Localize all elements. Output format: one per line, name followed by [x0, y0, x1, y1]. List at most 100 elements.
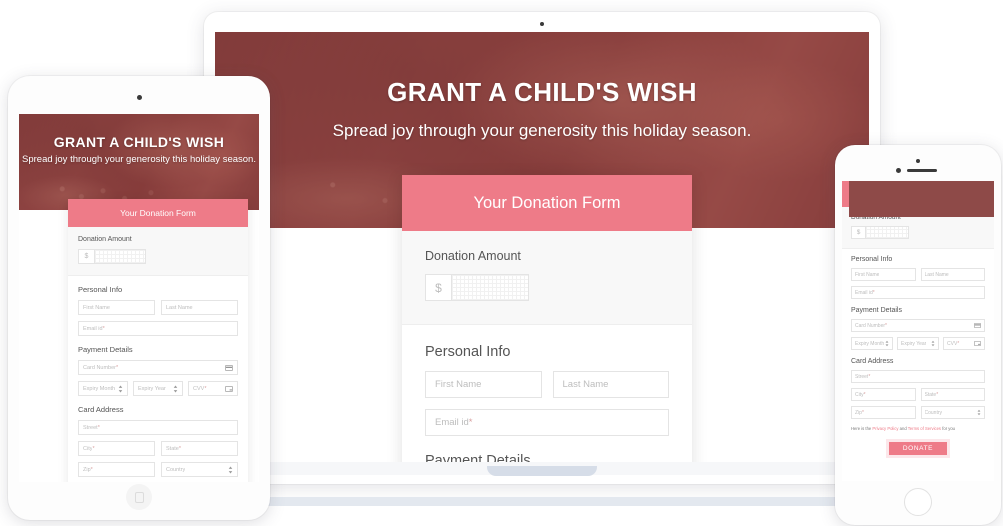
expiry-year-placeholder: Expiry Year: [901, 340, 927, 347]
terms-of-services-link[interactable]: Terms of Services: [908, 426, 941, 431]
required-marker: *: [178, 445, 181, 452]
last-name-placeholder: Last Name: [166, 304, 193, 311]
amount-value-area[interactable]: [452, 275, 528, 300]
hero-text-block: GRANT A CHILD'S WISH Spread joy through …: [19, 114, 259, 165]
expiry-cvv-row: Expiry Month Expiry Year CVV *: [78, 381, 238, 396]
page-title: GRANT A CHILD'S WISH: [53, 134, 225, 150]
laptop-screen: GRANT A CHILD'S WISH Spread joy through …: [215, 32, 869, 470]
last-name-placeholder: Last Name: [924, 271, 949, 278]
stepper-arrows-icon[interactable]: [173, 385, 178, 393]
form-header: Your Donation Form: [68, 199, 248, 227]
home-square-icon: [134, 491, 144, 503]
expiry-year-placeholder: Expiry Year: [138, 385, 166, 392]
donation-amount-input[interactable]: $: [851, 226, 909, 239]
donation-form-card-laptop: Your Donation Form Donation Amount $ Per…: [402, 175, 692, 470]
phone-mockup: Your Donation Form Donation Amount $ Per…: [835, 145, 1001, 525]
zip-input[interactable]: Zip *: [78, 462, 155, 477]
legal-conjunction: and: [899, 426, 907, 431]
expiry-year-select[interactable]: Expiry Year: [897, 337, 939, 350]
street-input[interactable]: Street *: [78, 420, 238, 435]
expiry-month-select[interactable]: Expiry Month: [851, 337, 893, 350]
cvv-input[interactable]: CVV *: [943, 337, 985, 350]
legal-notice: Here is the Privacy Policy and Terms of …: [851, 426, 985, 431]
state-input[interactable]: State *: [161, 441, 238, 456]
donation-form-card-tablet: Your Donation Form Donation Amount $ Per…: [68, 199, 248, 482]
page-title: GRANT A CHILD'S WISH: [387, 77, 697, 107]
city-input[interactable]: City *: [78, 441, 155, 456]
last-name-input[interactable]: Last Name: [552, 371, 669, 398]
first-name-input[interactable]: First Name: [78, 300, 155, 315]
cvv-input[interactable]: CVV *: [188, 381, 238, 396]
donation-amount-input[interactable]: $: [425, 274, 529, 301]
stepper-arrows-icon[interactable]: [228, 466, 233, 474]
amount-value-area[interactable]: [95, 250, 145, 263]
stepper-arrows-icon[interactable]: [118, 385, 123, 393]
required-marker: *: [102, 325, 105, 332]
section-title-personal: Personal Info: [78, 285, 123, 294]
last-name-input[interactable]: Last Name: [161, 300, 238, 315]
zip-placeholder: Zip: [83, 466, 91, 473]
first-name-input[interactable]: First Name: [851, 268, 916, 281]
required-marker: *: [468, 417, 473, 428]
card-number-input[interactable]: Card Number *: [851, 319, 985, 332]
state-input[interactable]: State *: [920, 388, 985, 401]
required-marker: *: [936, 391, 939, 398]
zip-country-row: Zip * Country: [78, 462, 238, 477]
privacy-policy-link[interactable]: Privacy Policy: [872, 426, 898, 431]
cvv-card-icon: [974, 341, 981, 346]
expiry-year-select[interactable]: Expiry Year: [133, 381, 183, 396]
stepper-arrows-icon[interactable]: [977, 409, 981, 416]
laptop-base: [185, 497, 899, 506]
form-header: Your Donation Form: [402, 175, 692, 231]
section-title-amount: Donation Amount: [78, 236, 132, 243]
stepper-arrows-icon[interactable]: [885, 340, 889, 347]
donation-amount-section: Donation Amount $: [68, 227, 248, 276]
email-input[interactable]: Email id *: [851, 286, 985, 299]
email-input[interactable]: Email id *: [78, 321, 238, 336]
required-marker: *: [885, 322, 887, 329]
cvv-placeholder: CVV: [947, 340, 958, 347]
section-title-address: Card Address: [851, 358, 894, 365]
city-input[interactable]: City *: [851, 388, 916, 401]
required-marker: *: [204, 385, 207, 392]
legal-prefix: Here is the: [851, 426, 872, 431]
expiry-month-select[interactable]: Expiry Month: [78, 381, 128, 396]
form-body: Personal Info First Name Last Name Email…: [68, 276, 248, 482]
street-input[interactable]: Street *: [851, 370, 985, 383]
cvv-placeholder: CVV: [193, 385, 205, 392]
laptop-lid: GRANT A CHILD'S WISH Spread joy through …: [204, 12, 880, 484]
card-number-placeholder: Card Number: [855, 322, 886, 329]
zip-placeholder: Zip: [855, 409, 862, 416]
donation-amount-input[interactable]: $: [78, 249, 146, 264]
legal-suffix: for you: [942, 426, 956, 431]
card-number-input[interactable]: Card Number *: [78, 360, 238, 375]
tablet-mockup: GRANT A CHILD'S WISH Spread joy through …: [8, 76, 270, 520]
zip-input[interactable]: Zip *: [851, 406, 916, 419]
stepper-arrows-icon[interactable]: [931, 340, 935, 347]
credit-card-icon: [225, 364, 233, 371]
first-name-placeholder: First Name: [83, 304, 110, 311]
donate-button[interactable]: DONATE: [889, 442, 947, 455]
form-body: Personal Info First Name Last Name Email…: [402, 325, 692, 470]
hero-text-block: GRANT A CHILD'S WISH Spread joy through …: [215, 32, 869, 141]
tablet-home-button[interactable]: [126, 484, 152, 510]
email-input[interactable]: Email id *: [425, 409, 669, 436]
required-marker: *: [861, 409, 864, 416]
phone-home-button[interactable]: [904, 488, 932, 516]
city-placeholder: City: [855, 391, 864, 398]
amount-value-area[interactable]: [866, 227, 908, 238]
first-name-placeholder: First Name: [435, 379, 482, 390]
section-title-payment: Payment Details: [851, 307, 902, 314]
hero-banner-tablet: GRANT A CHILD'S WISH Spread joy through …: [19, 114, 259, 210]
first-name-input[interactable]: First Name: [425, 371, 542, 398]
responsive-device-mockup-scene: GRANT A CHILD'S WISH Spread joy through …: [0, 0, 1003, 526]
section-title-payment: Payment Details: [78, 345, 133, 354]
tablet-screen: GRANT A CHILD'S WISH Spread joy through …: [19, 114, 259, 482]
country-select[interactable]: Country: [161, 462, 238, 477]
country-select[interactable]: Country: [920, 406, 985, 419]
currency-symbol-icon: $: [79, 250, 95, 263]
last-name-input[interactable]: Last Name: [920, 268, 985, 281]
